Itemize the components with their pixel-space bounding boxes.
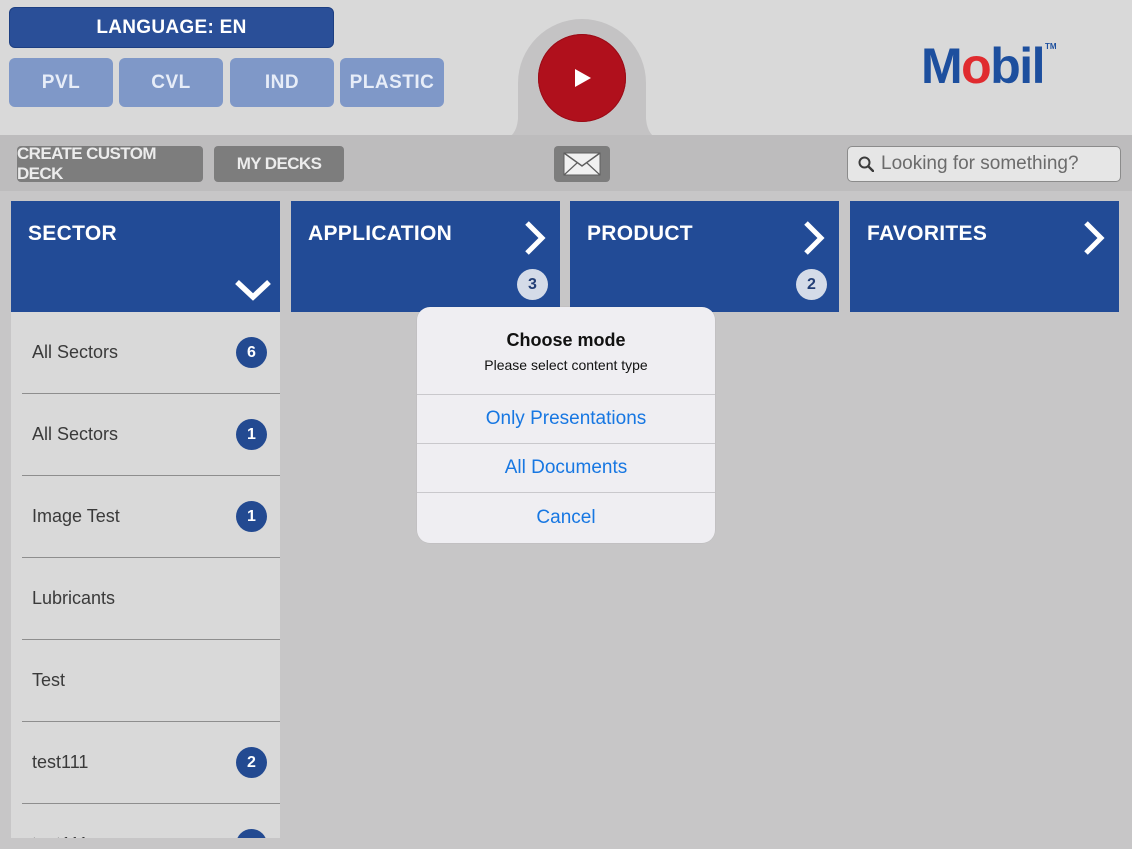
list-item[interactable]: All Sectors 1 — [22, 394, 280, 476]
choose-mode-dialog: Choose mode Please select content type O… — [417, 307, 715, 543]
sector-list[interactable]: All Sectors 6 All Sectors 1 Image Test 1… — [11, 312, 280, 838]
logo-letter-o: o — [961, 38, 992, 94]
create-custom-deck-button[interactable]: CREATE CUSTOM DECK — [17, 144, 203, 183]
sector-label: test111 — [32, 834, 236, 838]
logo-trademark: TM — [1045, 42, 1057, 51]
tile-favorites-label: FAVORITES — [867, 222, 988, 245]
list-item[interactable]: Image Test 1 — [22, 476, 280, 558]
tile-product-label: PRODUCT — [587, 222, 693, 245]
filter-button-pvl[interactable]: PVL — [9, 58, 113, 107]
dialog-header: Choose mode Please select content type — [417, 307, 715, 395]
list-item[interactable]: test111 2 — [22, 722, 280, 804]
count-badge: 6 — [236, 337, 267, 368]
sector-label: All Sectors — [32, 342, 119, 362]
tile-application[interactable]: APPLICATION 3 — [291, 201, 560, 312]
tile-sector-label: SECTOR — [28, 222, 117, 245]
sector-label: Lubricants — [32, 588, 116, 608]
sector-label: test111 — [32, 752, 89, 772]
logo-letters-bil: bil — [990, 38, 1045, 94]
tile-application-badge: 3 — [517, 269, 548, 300]
count-badge — [236, 829, 267, 838]
count-badge: 1 — [236, 419, 267, 450]
sector-label: Test — [32, 670, 66, 690]
tile-sector[interactable]: SECTOR — [11, 201, 280, 312]
filter-button-ind[interactable]: IND — [230, 58, 334, 107]
search-input[interactable] — [881, 153, 1117, 175]
list-item[interactable]: All Sectors 6 — [22, 312, 280, 394]
chevron-right-icon — [1084, 221, 1105, 255]
sector-label: All Sectors — [32, 424, 119, 444]
logo-letter-m: M — [921, 38, 963, 94]
language-button[interactable]: LANGUAGE: EN — [9, 7, 334, 48]
list-item[interactable]: Test — [22, 640, 280, 722]
cancel-button[interactable]: Cancel — [417, 493, 715, 542]
chevron-right-icon — [804, 221, 825, 255]
tile-product-badge: 2 — [796, 269, 827, 300]
mail-button[interactable] — [554, 146, 610, 182]
only-presentations-button[interactable]: Only Presentations — [417, 395, 715, 444]
mobil-logo: Mo bil TM — [921, 40, 1057, 92]
play-button[interactable] — [538, 34, 626, 122]
tile-product[interactable]: PRODUCT 2 — [570, 201, 839, 312]
all-documents-button[interactable]: All Documents — [417, 444, 715, 493]
dialog-message: Please select content type — [484, 357, 648, 373]
filter-button-cvl[interactable]: CVL — [119, 58, 223, 107]
search-icon — [858, 156, 874, 172]
dialog-title: Choose mode — [506, 330, 626, 350]
chevron-down-icon — [235, 279, 271, 301]
play-icon — [575, 69, 591, 87]
search-box[interactable] — [847, 146, 1121, 182]
tile-favorites[interactable]: FAVORITES — [850, 201, 1119, 312]
list-item[interactable]: Lubricants — [22, 558, 280, 640]
list-item[interactable]: test111 — [22, 804, 280, 838]
count-badge: 1 — [236, 501, 267, 532]
filter-button-plastic[interactable]: PLASTIC — [340, 58, 444, 107]
tile-application-label: APPLICATION — [308, 222, 453, 245]
sector-label: Image Test — [32, 506, 120, 526]
my-decks-button[interactable]: MY DECKS — [214, 146, 344, 182]
count-badge: 2 — [236, 747, 267, 778]
chevron-right-icon — [525, 221, 546, 255]
mail-icon — [563, 152, 601, 176]
